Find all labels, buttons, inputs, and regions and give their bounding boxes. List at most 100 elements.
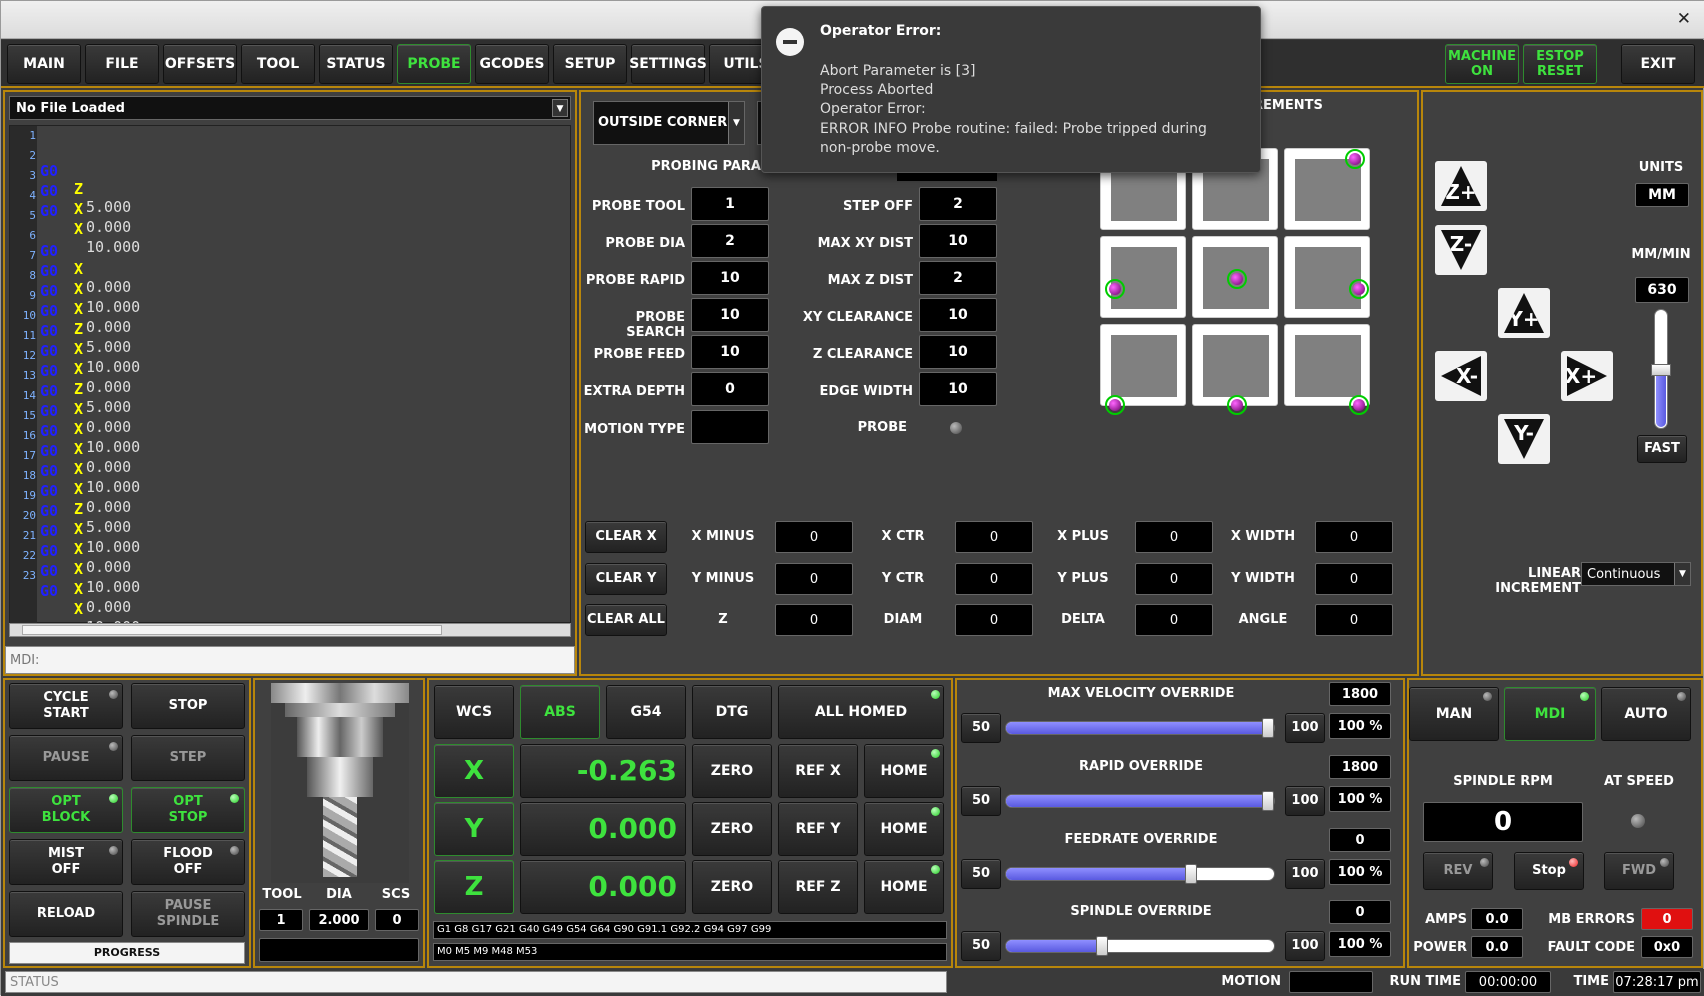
abs-button[interactable]: ABS bbox=[520, 685, 600, 739]
gcode-line[interactable]: 8 G0 Z 5.000 bbox=[10, 266, 570, 356]
g54-button[interactable]: G54 bbox=[606, 685, 686, 739]
opt-stop-button[interactable]: OPT STOP bbox=[131, 787, 245, 833]
dtg-button[interactable]: DTG bbox=[692, 685, 772, 739]
stop-button[interactable]: STOP bbox=[131, 683, 245, 729]
mdi-input[interactable]: MDI: bbox=[5, 646, 575, 674]
pause-spindle-button[interactable]: PAUSE SPINDLE bbox=[131, 891, 245, 937]
tab-file[interactable]: FILE bbox=[85, 44, 159, 84]
pause-button[interactable]: PAUSE bbox=[9, 735, 123, 781]
override-min-button[interactable]: 50 bbox=[961, 859, 1001, 889]
probe-param-field[interactable]: 1 bbox=[691, 187, 769, 221]
tab-offsets[interactable]: OFFSETS bbox=[163, 44, 237, 84]
ref-axis-button[interactable]: REF X bbox=[778, 744, 858, 798]
tab-setup[interactable]: SETUP bbox=[553, 44, 627, 84]
probe-position-button[interactable] bbox=[1192, 324, 1278, 415]
gcode-line[interactable]: 5 G0 X 0.000 bbox=[10, 206, 570, 296]
gcode-line[interactable]: 20 G0 X 10.000 bbox=[10, 506, 570, 596]
gcode-line[interactable]: 12 G0 X 0.000 bbox=[10, 346, 570, 436]
override-min-button[interactable]: 50 bbox=[961, 713, 1001, 743]
probe-param-field[interactable]: 10 bbox=[919, 335, 997, 369]
gcode-line[interactable]: 14 G0 X 0.000 bbox=[10, 386, 570, 476]
probe-param-field[interactable]: 0 bbox=[691, 372, 769, 406]
clear-all-button[interactable]: CLEAR ALL bbox=[585, 604, 667, 636]
jog-z-minus-button[interactable]: Z- bbox=[1435, 225, 1487, 275]
probe-param-field[interactable]: 10 bbox=[919, 372, 997, 406]
close-x-icon[interactable]: ✕ bbox=[1677, 9, 1691, 29]
override-slider[interactable] bbox=[1005, 791, 1275, 811]
probe-param-field[interactable]: 10 bbox=[691, 261, 769, 295]
gcode-editor[interactable]: 1 G0 Z 5.000 2 G0 X 0.000 3 G0 X 10.000 … bbox=[9, 125, 571, 636]
file-select[interactable]: No File Loaded ▼ bbox=[9, 96, 571, 120]
probe-param-field[interactable]: 2 bbox=[919, 261, 997, 295]
clear-y-button[interactable]: CLEAR Y bbox=[585, 563, 667, 595]
ref-axis-button[interactable]: REF Z bbox=[778, 860, 858, 914]
override-max-button[interactable]: 100 bbox=[1285, 786, 1325, 816]
probe-position-button[interactable] bbox=[1284, 236, 1370, 318]
units-field[interactable]: MM bbox=[1635, 183, 1689, 207]
probe-param-field[interactable]: 2 bbox=[919, 187, 997, 221]
probe-param-field[interactable]: 2 bbox=[691, 224, 769, 258]
gcode-line[interactable]: 4 bbox=[10, 186, 570, 206]
cycle-start-button[interactable]: CYCLE START bbox=[9, 683, 123, 729]
override-knob[interactable] bbox=[1262, 718, 1274, 738]
probe-position-button[interactable] bbox=[1100, 236, 1186, 318]
wcs-button[interactable]: WCS bbox=[434, 685, 514, 739]
override-knob[interactable] bbox=[1096, 936, 1108, 956]
gcode-line[interactable]: 15 G0 X 10.000 bbox=[10, 406, 570, 496]
estop-reset-button[interactable]: ESTOP RESET bbox=[1523, 44, 1597, 84]
override-max-button[interactable]: 100 bbox=[1285, 931, 1325, 961]
jog-z-plus-button[interactable]: Z+ bbox=[1435, 161, 1487, 211]
probe-mode-select[interactable]: OUTSIDE CORNERS ▼ bbox=[593, 101, 745, 145]
jog-rate-slider[interactable] bbox=[1651, 309, 1671, 429]
jog-x-plus-button[interactable]: X+ bbox=[1561, 351, 1613, 401]
machine-on-button[interactable]: MACHINE ON bbox=[1445, 44, 1519, 84]
override-slider[interactable] bbox=[1005, 936, 1275, 956]
jog-rate-knob[interactable] bbox=[1651, 364, 1671, 376]
probe-param-field[interactable] bbox=[691, 410, 769, 444]
axis-x-button[interactable]: X bbox=[434, 744, 514, 798]
probe-param-field[interactable]: 10 bbox=[919, 224, 997, 258]
gcode-line[interactable]: 21 G0 X 0.000 bbox=[10, 526, 570, 616]
jog-x-minus-button[interactable]: X- bbox=[1435, 351, 1487, 401]
probe-param-field[interactable]: 10 bbox=[691, 298, 769, 332]
probe-param-field[interactable]: 10 bbox=[919, 298, 997, 332]
gcode-line[interactable]: 6 G0 X 10.000 bbox=[10, 226, 570, 316]
gcode-line[interactable]: 17 G0 Z 5.000 bbox=[10, 446, 570, 536]
tab-main[interactable]: MAIN bbox=[7, 44, 81, 84]
jog-y-minus-button[interactable]: Y- bbox=[1498, 414, 1550, 464]
tab-status[interactable]: STATUS bbox=[319, 44, 393, 84]
gcode-line[interactable]: 1 G0 Z 5.000 bbox=[10, 126, 570, 216]
all-homed-button[interactable]: ALL HOMED bbox=[778, 685, 944, 739]
gcode-line[interactable]: 13 G0 X 10.000 bbox=[10, 366, 570, 456]
axis-z-button[interactable]: Z bbox=[434, 860, 514, 914]
linear-increment-select[interactable]: Continuous ▼ bbox=[1581, 562, 1691, 586]
axis-y-button[interactable]: Y bbox=[434, 802, 514, 856]
probe-position-button[interactable] bbox=[1284, 148, 1370, 230]
fast-button[interactable]: FAST bbox=[1637, 435, 1687, 463]
gcode-line[interactable]: 23 bbox=[10, 566, 570, 586]
zero-axis-button[interactable]: ZERO bbox=[692, 744, 772, 798]
scrollbar-thumb[interactable] bbox=[22, 625, 442, 635]
gcode-line[interactable]: 10 G0 X 0.000 bbox=[10, 306, 570, 396]
exit-button[interactable]: EXIT bbox=[1621, 44, 1695, 84]
flood-button[interactable]: FLOOD OFF bbox=[131, 839, 245, 885]
jog-y-plus-button[interactable]: Y+ bbox=[1498, 288, 1550, 338]
gcode-line[interactable]: 16 G0 X 0.000 bbox=[10, 426, 570, 516]
gcode-line[interactable]: 11 G0 Z 5.000 bbox=[10, 326, 570, 416]
zero-axis-button[interactable]: ZERO bbox=[692, 860, 772, 914]
clear-x-button[interactable]: CLEAR X bbox=[585, 521, 667, 553]
horizontal-scrollbar[interactable] bbox=[9, 623, 571, 637]
gcode-line[interactable]: 19 G0 X 0.000 bbox=[10, 486, 570, 576]
gcode-line[interactable]: 3 G0 X 10.000 bbox=[10, 166, 570, 256]
override-knob[interactable] bbox=[1185, 864, 1197, 884]
gcode-line[interactable]: 7 G0 X 0.000 bbox=[10, 246, 570, 336]
reload-button[interactable]: RELOAD bbox=[9, 891, 123, 937]
override-min-button[interactable]: 50 bbox=[961, 786, 1001, 816]
override-knob[interactable] bbox=[1262, 791, 1274, 811]
gcode-line[interactable]: 22 G0 X 10.000 bbox=[10, 546, 570, 636]
mist-button[interactable]: MIST OFF bbox=[9, 839, 123, 885]
tab-tool[interactable]: TOOL bbox=[241, 44, 315, 84]
override-max-button[interactable]: 100 bbox=[1285, 713, 1325, 743]
probe-position-button[interactable] bbox=[1192, 236, 1278, 318]
gcode-line[interactable]: 18 G0 X 10.000 bbox=[10, 466, 570, 556]
